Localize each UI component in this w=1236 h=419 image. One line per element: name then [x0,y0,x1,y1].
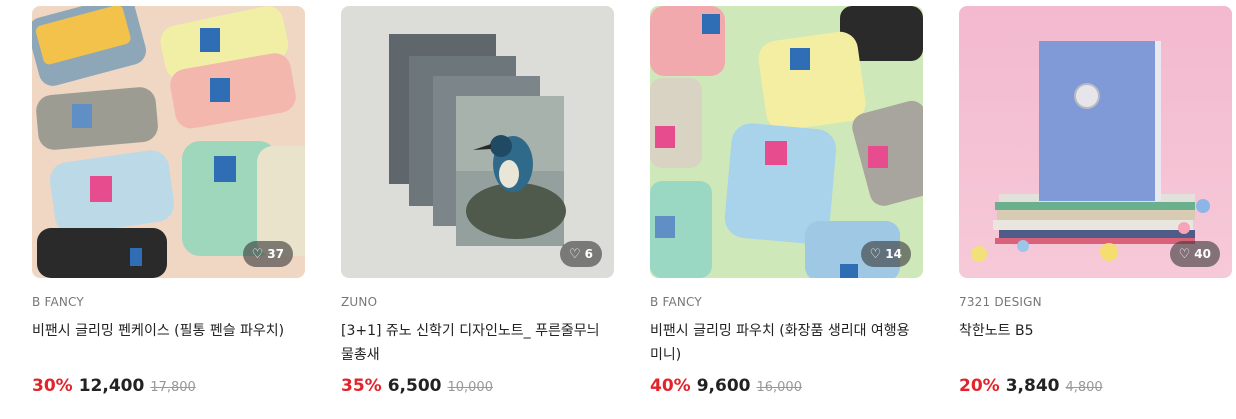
product-name[interactable]: [3+1] 쥬노 신학기 디자인노트_ 푸른줄무늬물총새 [341,319,611,367]
price-row: 40% 9,600 16,000 [650,376,802,396]
pouch-photo [650,6,923,278]
product-brand[interactable]: 7321 DESIGN [959,295,1232,311]
heart-icon: ♡ [251,246,264,262]
product-image[interactable]: ♡ 6 [341,6,614,278]
product-brand[interactable]: B FANCY [650,295,923,311]
like-button[interactable]: ♡ 14 [860,241,911,267]
like-button[interactable]: ♡ 40 [1169,241,1220,267]
original-price: 17,800 [150,380,196,395]
like-count: 40 [1194,247,1211,261]
product-card[interactable]: ♡ 40 7321 DESIGN 착한노트 B5 20% 3,840 4,800 [959,6,1232,396]
like-button[interactable]: ♡ 37 [242,241,293,267]
discount-rate: 30% [32,376,73,396]
original-price: 10,000 [447,380,493,395]
product-brand[interactable]: ZUNO [341,295,614,311]
sale-price: 3,840 [1005,376,1060,396]
notebook-photo [341,6,614,278]
product-card[interactable]: ♡ 14 B FANCY 비팬시 글리밍 파우치 (화장품 생리대 여행용 미니… [650,6,923,396]
sale-price: 12,400 [78,376,145,396]
product-image[interactable]: ♡ 14 [650,6,923,278]
discount-rate: 35% [341,376,382,396]
product-name[interactable]: 착한노트 B5 [959,319,1229,367]
product-brand[interactable]: B FANCY [32,295,305,311]
price-row: 30% 12,400 17,800 [32,376,196,396]
heart-icon: ♡ [1178,246,1191,262]
product-image[interactable]: ♡ 37 [32,6,305,278]
product-name[interactable]: 비팬시 글리밍 파우치 (화장품 생리대 여행용 미니) [650,319,920,367]
b5-note-photo [959,6,1232,278]
original-price: 4,800 [1065,380,1103,395]
pencil-case-photo [32,6,305,278]
price-row: 20% 3,840 4,800 [959,376,1103,396]
product-card[interactable]: ♡ 6 ZUNO [3+1] 쥬노 신학기 디자인노트_ 푸른줄무늬물총새 35… [341,6,614,396]
discount-rate: 40% [650,376,691,396]
original-price: 16,000 [756,380,802,395]
product-name[interactable]: 비팬시 글리밍 펜케이스 (필통 펜슬 파우치) [32,319,302,367]
heart-icon: ♡ [568,246,581,262]
product-card[interactable]: ♡ 37 B FANCY 비팬시 글리밍 펜케이스 (필통 펜슬 파우치) 30… [32,6,305,396]
like-count: 37 [267,247,284,261]
like-button[interactable]: ♡ 6 [559,241,602,267]
discount-rate: 20% [959,376,1000,396]
like-count: 14 [885,247,902,261]
heart-icon: ♡ [869,246,882,262]
product-image[interactable]: ♡ 40 [959,6,1232,278]
price-row: 35% 6,500 10,000 [341,376,493,396]
sale-price: 6,500 [387,376,442,396]
sale-price: 9,600 [696,376,751,396]
product-grid: ♡ 37 B FANCY 비팬시 글리밍 펜케이스 (필통 펜슬 파우치) 30… [0,0,1236,419]
like-count: 6 [584,247,593,261]
